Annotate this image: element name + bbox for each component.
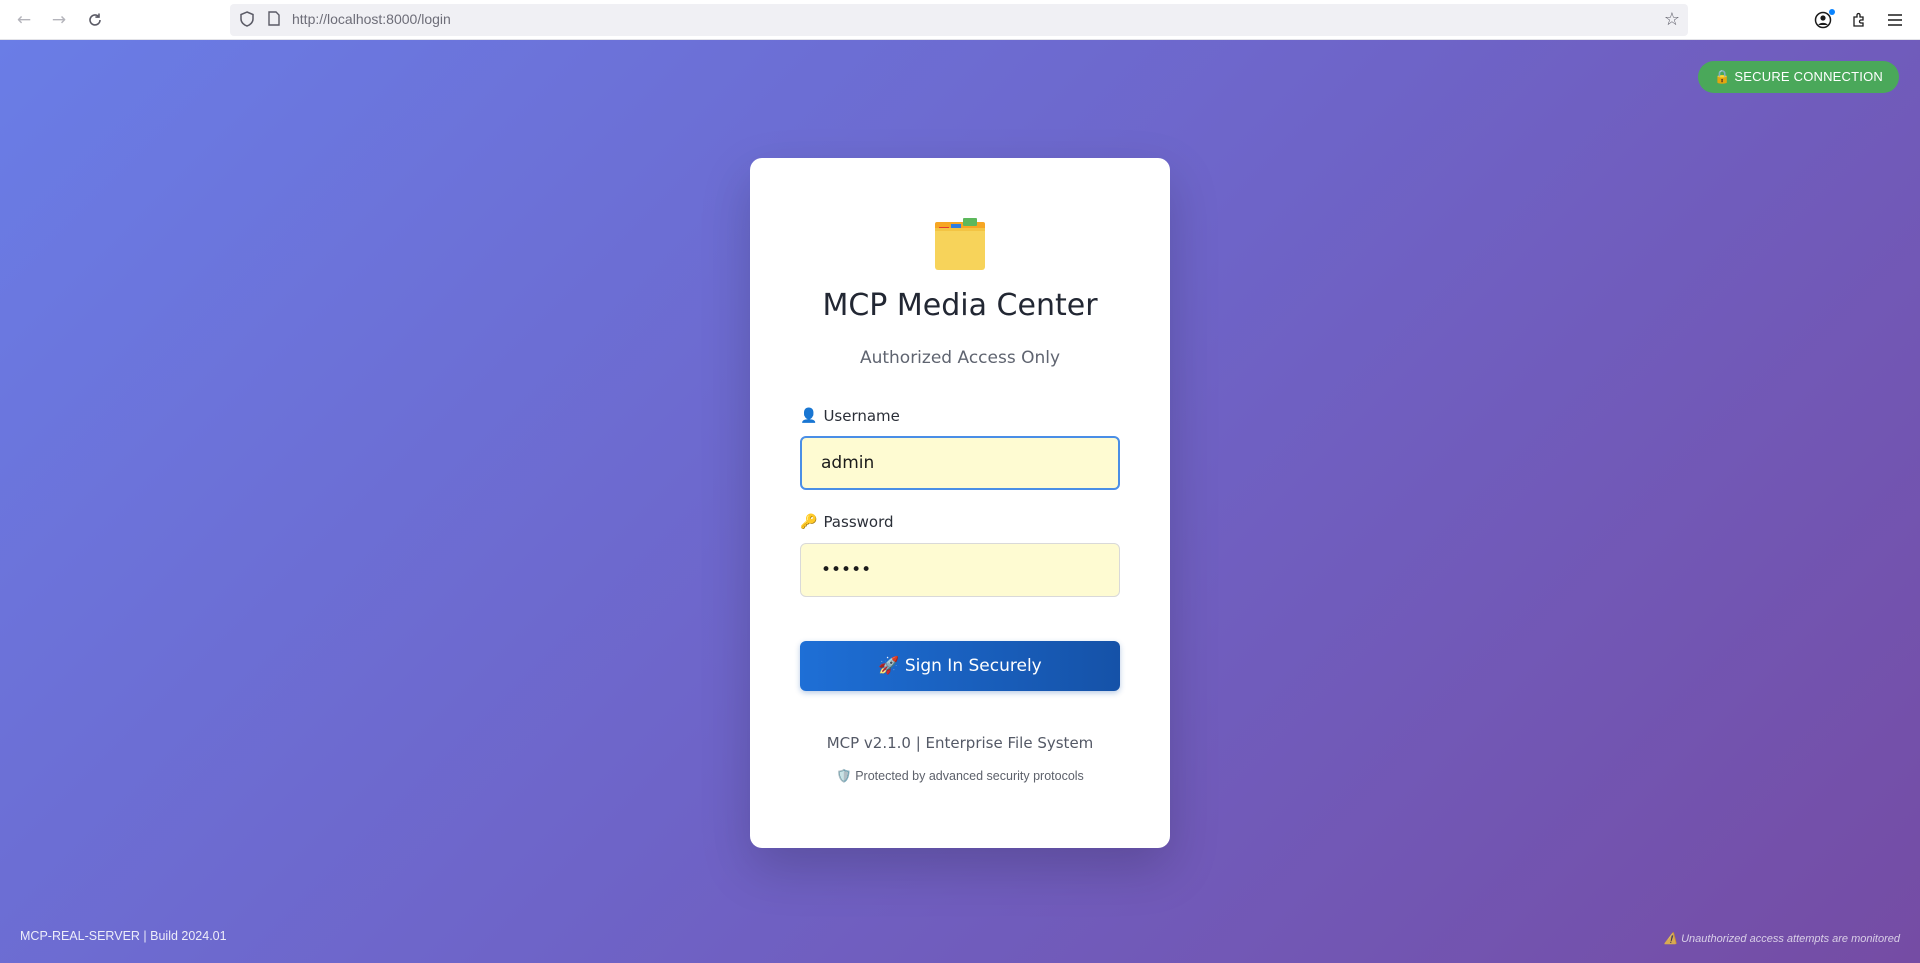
security-note: 🛡️ Protected by advanced security protoc… [836,769,1084,783]
monitoring-warning: ⚠️ Unauthorized access attempts are moni… [1664,933,1900,945]
browser-toolbar: ← → http://localhost:8000/login ☆ [0,0,1920,40]
password-label-text: Password [823,513,894,531]
username-label: 👤 Username [800,407,900,425]
url-text[interactable]: http://localhost:8000/login [292,11,451,27]
version-info: MCP v2.1.0 | Enterprise File System [826,734,1094,752]
username-label-text: Username [823,407,900,425]
menu-icon[interactable] [1883,8,1907,32]
secure-connection-badge: 🔒 SECURE CONNECTION [1698,61,1899,93]
build-info: MCP-REAL-SERVER | Build 2024.01 [20,929,227,943]
star-icon[interactable]: ☆ [1664,9,1680,30]
notification-dot [1829,9,1835,15]
login-page: 🔒 SECURE CONNECTION MCP Media Center Aut… [0,40,1920,963]
shield-icon[interactable] [240,11,254,31]
sign-in-button[interactable]: 🚀 Sign In Securely [800,641,1120,691]
password-input[interactable] [800,543,1120,597]
account-icon[interactable] [1811,8,1835,32]
forward-icon[interactable]: → [47,8,71,32]
back-icon[interactable]: ← [12,8,36,32]
password-label: 🔑 Password [800,513,894,531]
username-input[interactable] [800,436,1120,490]
url-host: http://localhost [292,11,383,27]
url-path: :8000/login [382,11,451,27]
page-title: MCP Media Center [822,288,1098,323]
page-icon[interactable] [268,11,280,30]
login-card: MCP Media Center Authorized Access Only … [750,158,1170,848]
key-icon: 🔑 [800,514,818,530]
extensions-icon[interactable] [1847,8,1871,32]
page-subtitle: Authorized Access Only [859,348,1061,368]
folder-icon [750,216,1170,276]
user-icon: 👤 [800,408,818,424]
address-bar[interactable]: http://localhost:8000/login ☆ [230,4,1688,36]
reload-icon[interactable] [83,8,107,32]
